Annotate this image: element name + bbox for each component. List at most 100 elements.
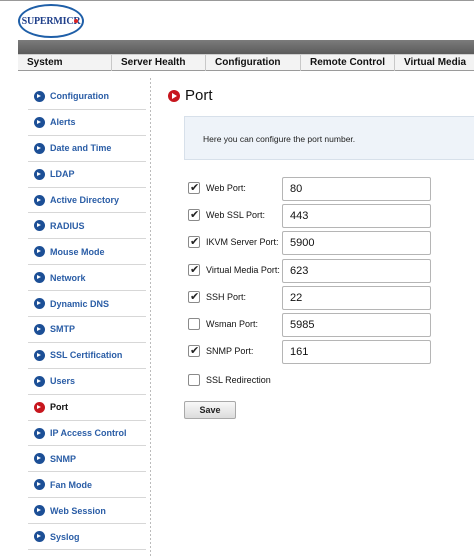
sidebar-item-label: SMTP [50,324,76,335]
virtual-media-port-label: Virtual Media Port: [206,264,280,275]
sidebar-menu: Configuration Alerts Date and Time LDAP Acti… [28,84,146,551]
arrow-right-circle-icon [34,453,45,465]
sidebar-item-dynamic-dns[interactable]: Dynamic DNS [28,291,146,318]
web-ssl-port-row: Web SSL Port: 443 [188,204,474,229]
sidebar-item-configuration[interactable]: Configuration [28,84,146,110]
sidebar-item-fan-mode[interactable]: Fan Mode [28,472,146,499]
sidebar-item-label: Network [50,272,86,283]
tab-virtual-media[interactable]: Virtual Media [395,55,474,71]
sidebar-item-label: Active Directory [50,195,120,205]
header-band [18,40,474,54]
sidebar-item-label: Port [50,402,68,413]
header: SUPERMICR [0,0,474,40]
save-button[interactable]: Save [184,401,236,419]
arrow-right-circle-icon [34,298,45,310]
arrow-right-circle-icon [34,401,45,413]
ssh-port-label: SSH Port: [206,291,247,302]
arrow-right-circle-icon [34,505,45,517]
wsman-port-label: Wsman Port: [206,319,259,329]
top-navigation: System Server Health Configuration Remot… [18,54,474,71]
arrow-right-circle-icon [168,89,180,102]
tab-remote-control[interactable]: Remote Control [301,55,395,71]
ssl-redirection-checkbox[interactable] [188,374,200,386]
logo-dot-icon [74,19,78,23]
arrow-right-circle-icon [34,479,45,491]
arrow-right-circle-icon [34,246,45,258]
sidebar-item-mouse-mode[interactable]: Mouse Mode [28,239,146,266]
wsman-port-row: Wsman Port: 5985 [188,313,474,337]
sidebar-item-ssl-certification[interactable]: SSL Certification [28,343,146,369]
virtual-media-port-checkbox[interactable] [188,263,200,276]
virtual-media-port-input[interactable]: 623 [282,258,431,283]
info-text: Here you can configure the port number. [203,134,356,144]
web-port-row: Web Port: 80 [188,177,474,201]
sidebar-item-port[interactable]: Port [28,395,146,421]
snmp-port-label: SNMP Port: [206,346,254,357]
web-port-input[interactable]: 80 [282,177,431,201]
ikvm-server-port-row: IKVM Server Port:5900 [188,231,474,256]
web-ssl-port-label: Web SSL Port: [206,210,266,221]
sidebar-item-label: Alerts [50,117,76,128]
virtual-media-port-row: Virtual Media Port:623 [188,258,474,283]
sidebar-item-radius[interactable]: RADIUS [28,213,146,240]
snmp-port-checkbox[interactable] [188,344,200,358]
wsman-port-input[interactable]: 5985 [282,313,431,337]
page-title: Port [168,87,213,104]
arrow-right-circle-icon [34,220,45,232]
supermicro-logo: SUPERMICR [18,4,84,38]
arrow-right-circle-icon [34,531,45,543]
ssl-redirection-label: SSL Redirection [206,375,271,385]
sidebar-item-syslog[interactable]: Syslog [28,524,146,551]
tab-server-health[interactable]: Server Health [112,55,206,71]
sidebar-divider [150,78,151,556]
sidebar-item-label: LDAP [50,169,75,180]
web-ssl-port-checkbox[interactable] [188,208,200,222]
sidebar-item-snmp[interactable]: SNMP [28,446,146,473]
arrow-right-circle-icon [34,427,45,439]
ssl-redirection-row: SSL Redirection [188,369,474,393]
sidebar-item-label: Mouse Mode [50,246,105,257]
arrow-right-circle-icon [34,142,45,154]
sidebar-item-ldap[interactable]: LDAP [28,162,146,188]
sidebar-item-date-and-time[interactable]: Date and Time [28,136,146,162]
ssh-port-checkbox[interactable] [188,290,200,303]
sidebar-item-ip-access-control[interactable]: IP Access Control [28,421,146,447]
sidebar-item-network[interactable]: Network [28,265,146,292]
sidebar-item-label: SSL Certification [50,350,123,361]
sidebar-item-label: Date and Time [50,143,112,154]
page-title-text: Port [185,87,213,104]
sidebar-item-label: SNMP [50,453,77,464]
tab-system[interactable]: System [18,55,112,71]
sidebar-item-label: Users [50,376,76,387]
ikvm-server-port-checkbox[interactable] [188,235,200,249]
snmp-port-input[interactable]: 161 [282,340,431,365]
tab-configuration[interactable]: Configuration [206,55,301,71]
web-port-label: Web Port: [206,183,246,193]
sidebar-item-users[interactable]: Users [28,369,146,395]
sidebar-item-label: Dynamic DNS [50,298,110,309]
wsman-port-checkbox[interactable] [188,318,200,330]
arrow-right-circle-icon [34,349,45,361]
arrow-right-circle-icon [34,90,45,102]
arrow-right-circle-icon [34,323,45,335]
ikvm-server-port-label: IKVM Server Port: [206,237,279,248]
sidebar-item-label: Web Session [50,505,106,516]
arrow-right-circle-icon [34,194,45,206]
arrow-right-circle-icon [34,168,45,180]
web-port-checkbox[interactable] [188,181,200,194]
sidebar-item-active-directory[interactable]: Active Directory [28,188,146,214]
sidebar-item-web-session[interactable]: Web Session [28,498,146,525]
sidebar-item-smtp[interactable]: SMTP [28,317,146,343]
ikvm-server-port-input[interactable]: 5900 [282,231,431,256]
web-ssl-port-input[interactable]: 443 [282,204,431,229]
sidebar-item-label: IP Access Control [50,428,127,439]
info-box: Here you can configure the port number. [184,116,474,160]
logo-text: SUPERMICR [21,15,81,27]
arrow-right-circle-icon [34,375,45,387]
arrow-right-circle-icon [34,116,45,128]
sidebar-item-label: Fan Mode [50,479,92,490]
sidebar-item-label: Syslog [50,531,80,542]
ssh-port-input[interactable]: 22 [282,285,431,310]
sidebar-item-alerts[interactable]: Alerts [28,110,146,136]
sidebar-item-label: Configuration [50,91,109,102]
